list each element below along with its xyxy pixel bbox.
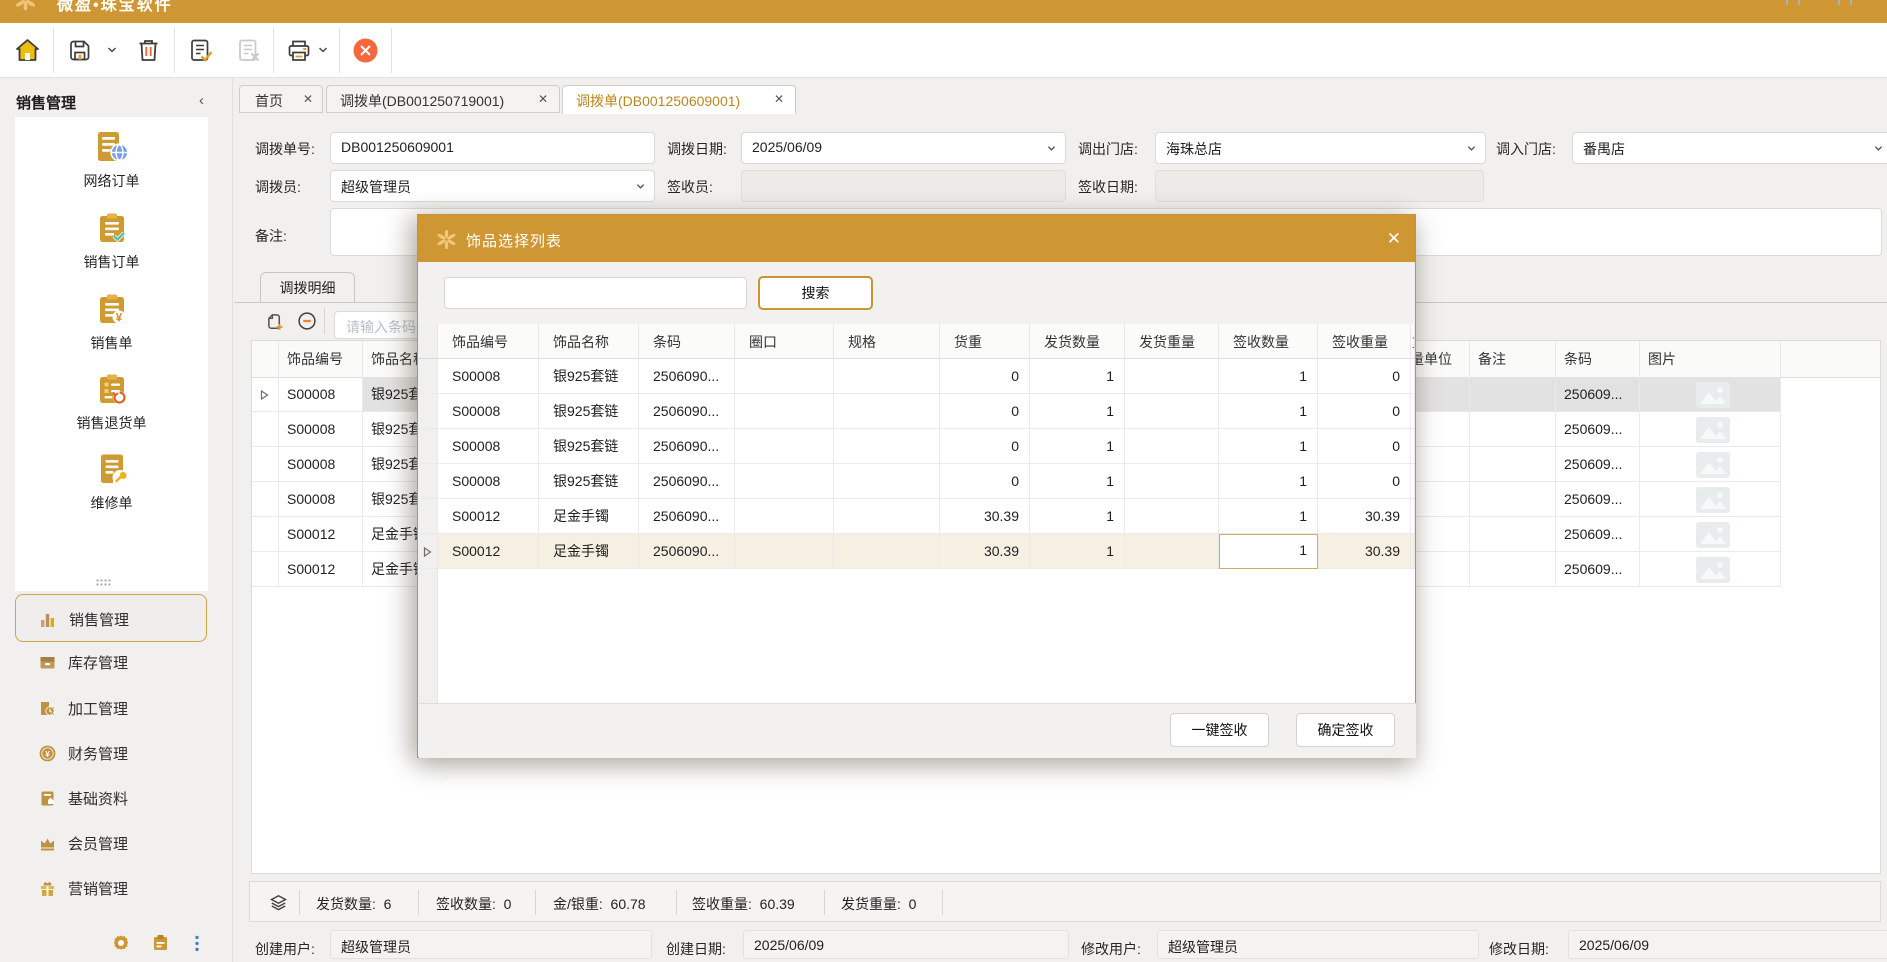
svg-text:¥: ¥ [115,311,122,325]
svg-text:¥: ¥ [45,749,50,759]
